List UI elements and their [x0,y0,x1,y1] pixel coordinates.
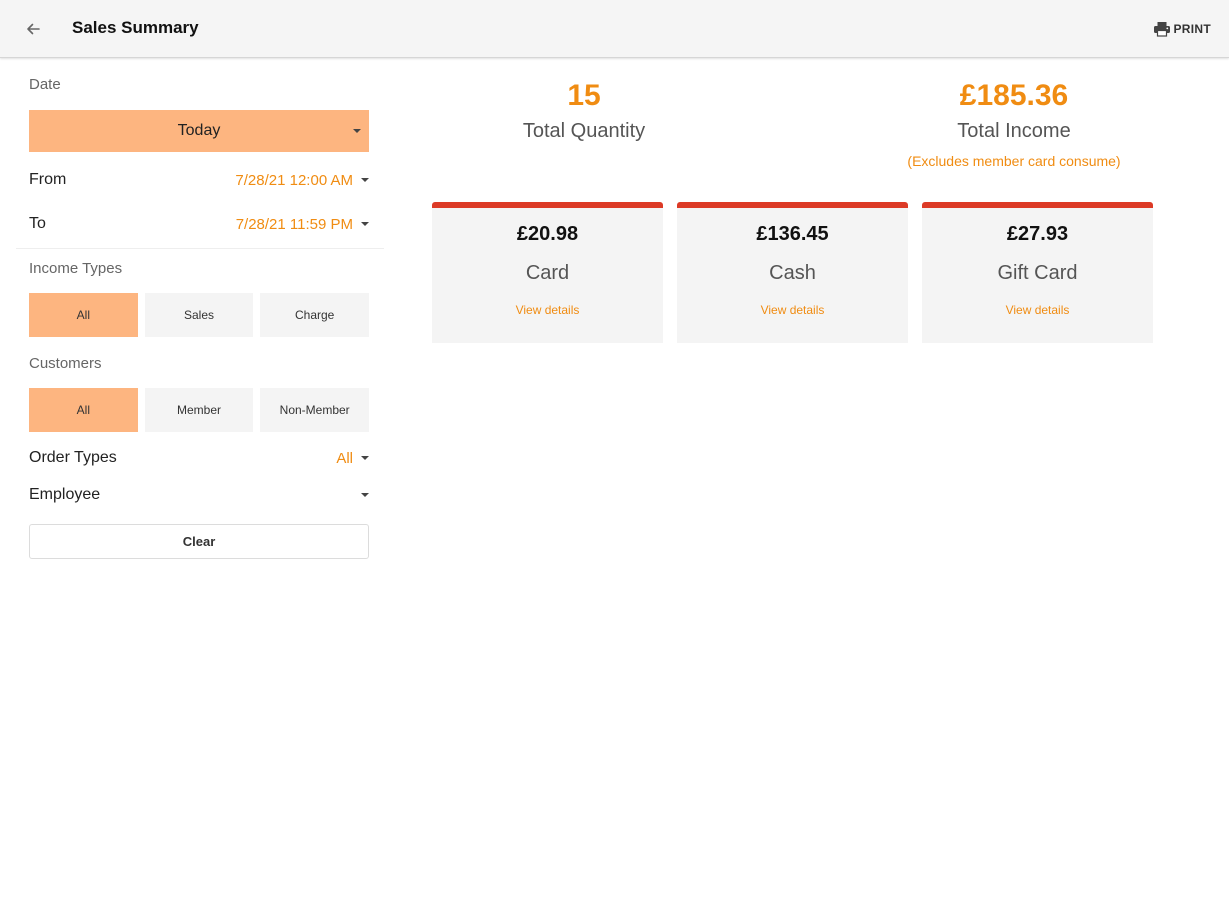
view-details-link[interactable]: View details [677,303,908,317]
order-types-row: Order Types All [29,446,369,470]
payment-card-cash: £136.45 Cash View details [677,202,908,343]
income-types-label: Income Types [29,260,123,277]
total-income-stat: £185.36 Total Income (Excludes member ca… [864,78,1164,169]
payment-card-gift-card: £27.93 Gift Card View details [922,202,1153,343]
customer-non-member-button[interactable]: Non-Member [260,388,370,432]
chevron-down-icon [361,222,369,226]
date-label: Date [29,76,61,93]
payment-card-card: £20.98 Card View details [432,202,663,343]
filter-panel: Date Today From 7/28/21 12:00 AM To 7/28… [0,60,384,900]
page-title: Sales Summary [72,18,199,37]
back-button[interactable] [18,14,48,44]
payment-amount: £136.45 [756,223,829,245]
income-type-all-button[interactable]: All [29,293,138,337]
from-date-picker[interactable]: 7/28/21 12:00 AM [235,172,369,189]
printer-icon [1153,22,1170,37]
to-date-picker[interactable]: 7/28/21 11:59 PM [236,216,369,233]
customer-all-button[interactable]: All [29,388,138,432]
payment-amount: £20.98 [516,223,579,245]
customer-member-button[interactable]: Member [144,388,254,432]
to-date-value: 7/28/21 11:59 PM [235,215,353,233]
from-label: From [29,171,67,188]
order-types-label: Order Types [29,449,117,466]
from-row: From 7/28/21 12:00 AM [29,168,369,192]
income-types-segmented: All Sales Charge [29,293,370,337]
date-range-value: Today [177,122,221,139]
order-types-value: All [336,449,353,467]
customers-segmented: All Member Non-Member [29,388,370,432]
chevron-down-icon [361,493,369,497]
to-label: To [29,215,46,232]
total-income-label: Total Income [957,120,1071,142]
divider [16,248,384,249]
total-quantity-label: Total Quantity [522,120,646,142]
date-range-select[interactable]: Today [29,110,369,152]
app-bar: Sales Summary PRINT [0,0,1229,58]
employee-select[interactable] [353,493,369,497]
chevron-down-icon [361,178,369,182]
employee-label: Employee [29,486,101,503]
payment-method-label: Card [525,262,570,284]
view-details-link[interactable]: View details [922,303,1153,317]
income-type-sales-button[interactable]: Sales [144,293,254,337]
customers-label: Customers [29,355,102,372]
view-details-link[interactable]: View details [432,303,663,317]
from-date-value: 7/28/21 12:00 AM [235,171,353,189]
total-income-value: £185.36 [959,79,1069,112]
payment-amount: £27.93 [1006,223,1069,245]
print-button[interactable]: PRINT [1153,18,1212,40]
arrow-left-icon [27,23,40,35]
total-income-note: (Excludes member card consume) [907,153,1121,169]
income-type-charge-button[interactable]: Charge [260,293,370,337]
print-label: PRINT [1173,22,1211,36]
clear-button[interactable]: Clear [29,524,369,559]
chevron-down-icon [353,129,361,133]
total-quantity-stat: 15 Total Quantity [484,78,684,143]
payment-method-label: Gift Card [997,262,1078,284]
total-quantity-value: 15 [567,79,601,112]
chevron-down-icon [361,456,369,460]
to-row: To 7/28/21 11:59 PM [29,212,369,236]
employee-row: Employee [29,483,369,507]
payment-method-label: Cash [769,262,816,284]
order-types-select[interactable]: All [336,450,369,467]
